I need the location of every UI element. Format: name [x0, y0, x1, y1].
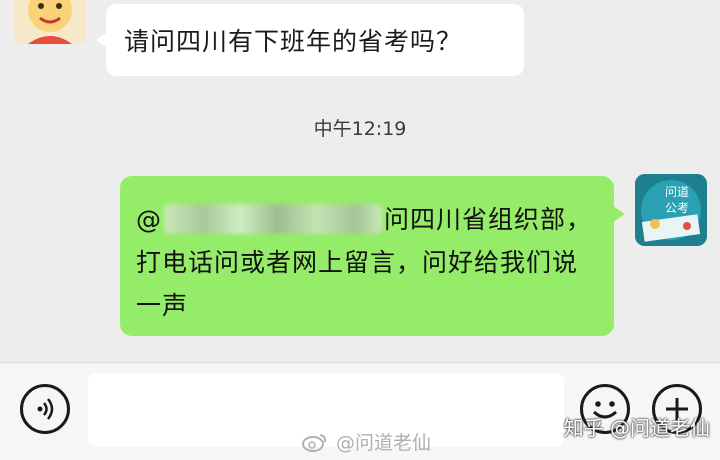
cartoon-avatar-icon — [14, 0, 86, 44]
message-timestamp: 中午12:19 — [313, 118, 407, 140]
blurred-mention-name — [164, 204, 382, 234]
self-avatar[interactable]: 问道 公考 — [635, 174, 707, 246]
avatar-text-line1: 问道 — [665, 185, 689, 199]
mention-prefix: @ — [136, 205, 162, 234]
chat-area[interactable]: 请问四川有下班年的省考吗？ 中午12:19 @ 问四川省组织部，打电话问或者网上留… — [0, 0, 720, 362]
contact-avatar[interactable] — [14, 0, 86, 44]
weibo-logo-icon — [302, 433, 327, 452]
zhihu-watermark: 知乎 @问道老仙 — [563, 416, 710, 440]
voice-input-button[interactable] — [20, 384, 70, 434]
outgoing-message-bubble[interactable]: @ 问四川省组织部，打电话问或者网上留言，问好给我们说一声 — [120, 176, 625, 336]
weibo-watermark-text: @问道老仙 — [336, 432, 432, 454]
voice-wave-icon — [37, 398, 54, 420]
incoming-message-text: 请问四川有下班年的省考吗？ — [124, 27, 463, 56]
avatar-text-line2: 公考 — [665, 201, 689, 215]
incoming-message-bubble[interactable]: 请问四川有下班年的省考吗？ — [96, 4, 524, 76]
wendao-logo-icon: 问道 公考 — [635, 174, 707, 246]
weibo-watermark: @问道老仙 — [302, 428, 431, 455]
